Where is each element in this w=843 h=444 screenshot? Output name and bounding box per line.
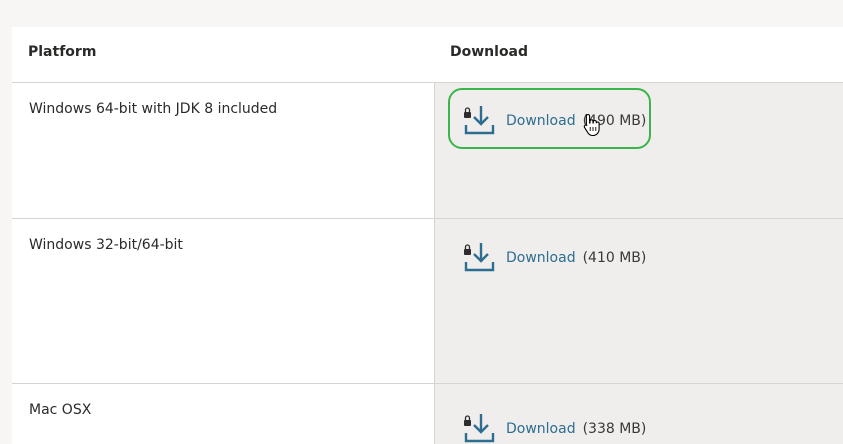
download-cell: Download (338 MB) <box>434 384 843 444</box>
download-link-label[interactable]: Download <box>506 113 576 129</box>
table-row: Mac OSX Download (338 MB) <box>12 384 843 444</box>
table-row: Windows 32-bit/64-bit Download (410 MB) <box>12 219 843 384</box>
download-cell: Download (410 MB) <box>434 219 843 383</box>
table-row: Windows 64-bit with JDK 8 included Downl… <box>12 83 843 219</box>
page: Platform Download Windows 64-bit with JD… <box>0 0 843 444</box>
download-link-label[interactable]: Download <box>506 250 576 266</box>
file-size: (490 MB) <box>582 113 647 129</box>
download-link[interactable]: Download (338 MB) <box>462 412 646 444</box>
file-size: (410 MB) <box>582 250 647 266</box>
platform-cell: Mac OSX <box>12 384 434 444</box>
platform-name: Windows 64-bit with JDK 8 included <box>29 101 278 117</box>
platform-cell: Windows 32-bit/64-bit <box>12 219 434 383</box>
platform-cell: Windows 64-bit with JDK 8 included <box>12 83 434 218</box>
download-cell: Download (490 MB) <box>434 83 843 218</box>
platform-column-header: Platform <box>28 44 97 60</box>
downloads-table: Platform Download Windows 64-bit with JD… <box>12 27 843 444</box>
download-lock-icon <box>464 106 495 135</box>
table-header: Platform Download <box>12 27 843 83</box>
platform-name: Mac OSX <box>29 402 92 418</box>
download-lock-icon <box>464 243 495 272</box>
download-link-label[interactable]: Download <box>506 421 576 437</box>
download-lock-icon <box>464 414 495 443</box>
file-size: (338 MB) <box>582 421 647 437</box>
download-column-header: Download <box>450 44 529 60</box>
download-link[interactable]: Download (410 MB) <box>462 241 646 275</box>
download-link[interactable]: Download (490 MB) <box>462 104 646 138</box>
platform-name: Windows 32-bit/64-bit <box>29 237 183 253</box>
